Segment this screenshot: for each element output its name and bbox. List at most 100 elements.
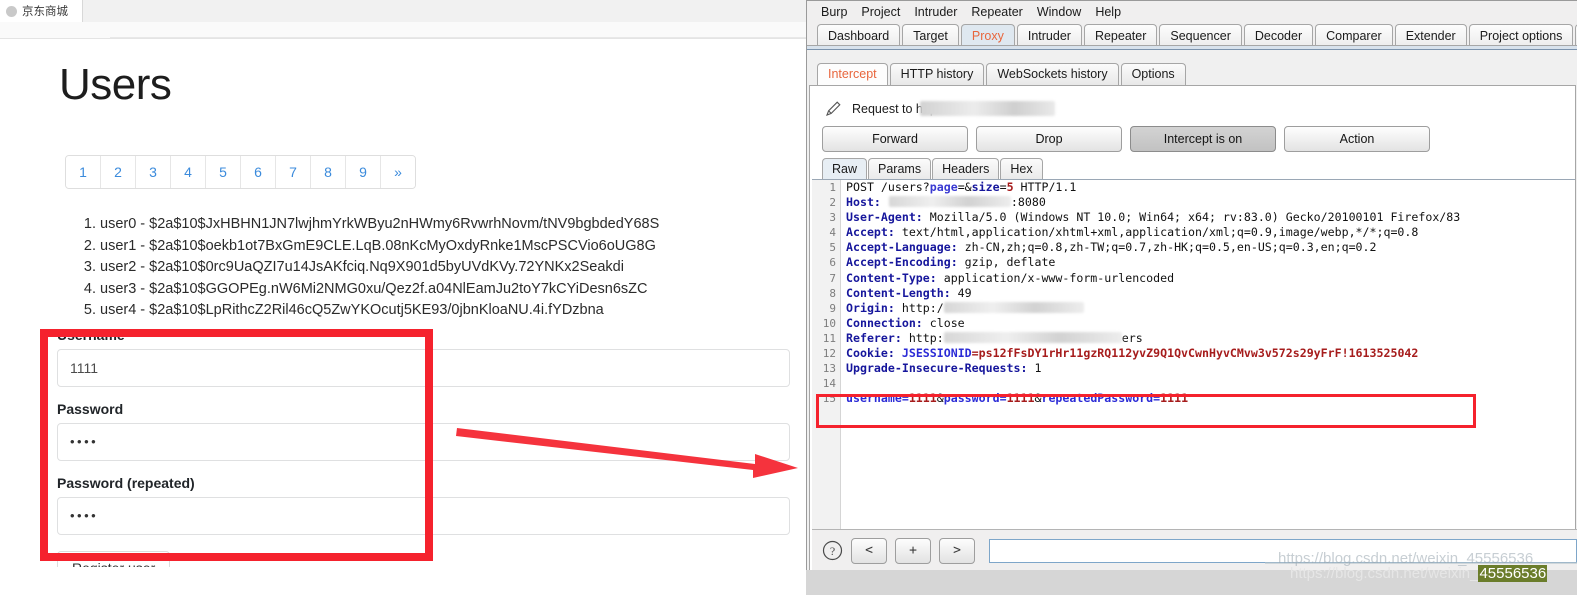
- redacted-host: [920, 101, 1055, 116]
- header-key: Accept-Language:: [846, 240, 958, 255]
- menu-intruder[interactable]: Intruder: [914, 5, 957, 19]
- globe-icon: [6, 5, 17, 17]
- burp-menubar: Burp Project Intruder Repeater Window He…: [807, 1, 1577, 22]
- header-value: zh-CN,zh;q=0.8,zh-TW;q=0.7,zh-HK;q=0.5,e…: [957, 240, 1377, 255]
- header-value: gzip, deflate: [957, 255, 1056, 270]
- request-code: POST /users?page=&size=5 HTTP/1.1 Host::…: [841, 180, 1575, 529]
- pagination-page-9[interactable]: 9: [346, 156, 381, 188]
- body-key-repeated-password: repeatedPassword: [1041, 391, 1154, 406]
- repeated-password-input[interactable]: ••••: [57, 497, 790, 535]
- header-origin: Origin: http:/: [841, 301, 1575, 316]
- menu-repeater[interactable]: Repeater: [971, 5, 1022, 19]
- menu-window[interactable]: Window: [1037, 5, 1081, 19]
- question-mark-icon[interactable]: ?: [822, 540, 843, 561]
- subtab-options[interactable]: Options: [1120, 63, 1186, 86]
- query-eq: =: [999, 180, 1007, 194]
- line-number: 14: [822, 377, 836, 391]
- register-user-form: Username 1111 Password •••• Password (re…: [57, 327, 790, 585]
- body-value-password: 1111: [1006, 391, 1035, 406]
- list-item: user4 - $2a$10$LpRithcZ2Ril46cQ5ZwYKOcut…: [100, 300, 659, 322]
- pagination-page-6[interactable]: 6: [241, 156, 276, 188]
- browser-tab[interactable]: 京东商城: [0, 0, 83, 22]
- viewtab-params[interactable]: Params: [868, 158, 932, 180]
- header-key: Accept:: [846, 225, 895, 240]
- header-key: User-Agent:: [846, 210, 923, 225]
- viewtab-headers[interactable]: Headers: [932, 158, 1000, 180]
- forward-button[interactable]: Forward: [822, 126, 968, 152]
- raw-request-editor[interactable]: 1 2 3 4 5 6 7 8 9 10 11 12 13 14 15 POST…: [812, 179, 1575, 529]
- action-button[interactable]: Action: [1284, 126, 1430, 152]
- search-add-button[interactable]: +: [895, 537, 931, 564]
- viewtab-raw[interactable]: Raw: [822, 158, 868, 180]
- viewtab-hex[interactable]: Hex: [1000, 158, 1043, 180]
- menu-project[interactable]: Project: [861, 5, 900, 19]
- redacted-referer: [943, 331, 1122, 343]
- intercept-panel: Request to http:/ Forward Drop Intercept…: [809, 85, 1577, 571]
- burp-suite-window: Burp Project Intruder Repeater Window He…: [806, 0, 1577, 571]
- header-connection: Connection: close: [841, 316, 1575, 331]
- browser-toolbar: [0, 22, 810, 39]
- header-value: 49: [950, 285, 972, 300]
- username-input[interactable]: 1111: [57, 349, 790, 387]
- body-eq: =: [901, 391, 909, 406]
- pagination-page-8[interactable]: 8: [311, 156, 346, 188]
- header-referer: Referer: http: ers: [841, 331, 1575, 346]
- password-input[interactable]: ••••: [57, 423, 790, 461]
- watermark-id: 45556536: [1478, 565, 1548, 582]
- request-method: POST /users?: [846, 180, 930, 194]
- body-value-repeated-password: 1111: [1160, 391, 1189, 406]
- line-number: 8: [829, 286, 836, 300]
- header-value: text/html,application/xhtml+xml,applicat…: [894, 225, 1419, 240]
- pagination-next[interactable]: »: [381, 156, 415, 188]
- header-value: close: [922, 315, 965, 330]
- header-key: Upgrade-Insecure-Requests:: [846, 361, 1028, 376]
- subtab-websockets-history[interactable]: WebSockets history: [986, 63, 1119, 86]
- pagination-page-7[interactable]: 7: [276, 156, 311, 188]
- password-label: Password: [57, 401, 124, 417]
- pagination-page-4[interactable]: 4: [171, 156, 206, 188]
- watermark-url: https://blog.csdn.net/weixin_: [1290, 565, 1479, 582]
- menu-burp[interactable]: Burp: [821, 5, 847, 19]
- header-host: Host::8080: [841, 195, 1575, 210]
- pencil-icon: [826, 101, 841, 116]
- header-value: http:/: [894, 300, 944, 315]
- pagination-page-3[interactable]: 3: [136, 156, 171, 188]
- message-view-tabs: Raw Params Headers Hex: [822, 158, 1044, 180]
- header-key: Cookie:: [846, 346, 895, 361]
- username-label: Username: [57, 327, 125, 343]
- search-prev-button[interactable]: <: [851, 537, 887, 564]
- cookie-eq: =: [971, 346, 979, 361]
- browser-tabstrip: 京东商城: [0, 0, 810, 23]
- header-value: application/x-www-form-urlencoded: [936, 270, 1175, 285]
- subtab-intercept[interactable]: Intercept: [817, 63, 888, 86]
- subtab-http-history[interactable]: HTTP history: [889, 63, 985, 86]
- line-number: 13: [822, 362, 836, 376]
- browser-window: 京东商城 Users 1 2 3 4 5 6 7 8 9 » user0 - $…: [0, 0, 810, 595]
- line-number: 2: [829, 196, 836, 210]
- line-number: 3: [829, 211, 836, 225]
- burp-sub-tabs: Intercept HTTP history WebSockets histor…: [807, 61, 1577, 86]
- pagination-page-2[interactable]: 2: [101, 156, 136, 188]
- pagination-page-1[interactable]: 1: [66, 156, 101, 188]
- header-accept: Accept: text/html,application/xhtml+xml,…: [841, 225, 1575, 240]
- main-tab-underline: [807, 45, 1577, 50]
- list-item: user3 - $2a$10$GGOPEg.nW6Mi2NMG0xu/Qez2f…: [100, 279, 659, 301]
- body-eq: =: [999, 391, 1007, 406]
- header-key: Content-Length:: [846, 285, 951, 300]
- intercept-toggle-button[interactable]: Intercept is on: [1130, 126, 1276, 152]
- search-next-button[interactable]: >: [939, 537, 975, 564]
- body-key-password: password: [943, 391, 1000, 406]
- svg-text:?: ?: [830, 544, 835, 558]
- pagination: 1 2 3 4 5 6 7 8 9 »: [65, 155, 416, 189]
- menu-help[interactable]: Help: [1095, 5, 1121, 19]
- header-upgrade-insecure-requests: Upgrade-Insecure-Requests: 1: [841, 361, 1575, 376]
- header-accept-language: Accept-Language: zh-CN,zh;q=0.8,zh-TW;q=…: [841, 240, 1575, 255]
- drop-button[interactable]: Drop: [976, 126, 1122, 152]
- line-number: 6: [829, 256, 836, 270]
- header-key: Connection:: [846, 315, 923, 330]
- user-list: user0 - $2a$10$JxHBHN1JN7lwjhmYrkWByu2nH…: [70, 214, 659, 322]
- pagination-page-5[interactable]: 5: [206, 156, 241, 188]
- intercept-action-buttons: Forward Drop Intercept is on Action: [822, 126, 1430, 152]
- header-value: http:: [901, 330, 944, 345]
